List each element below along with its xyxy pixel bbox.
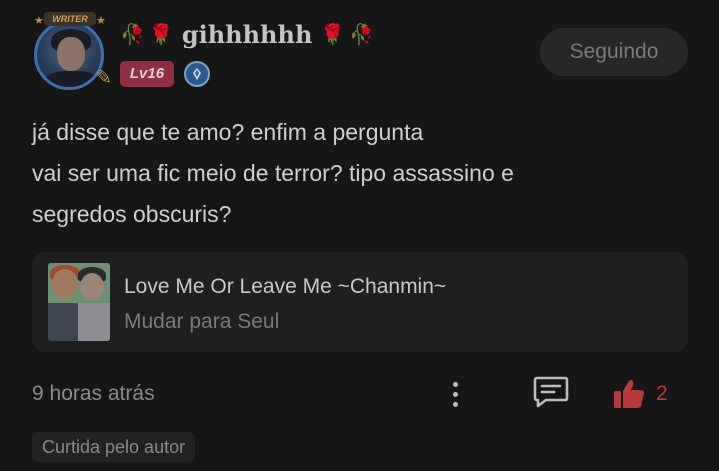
story-cover-image[interactable] [48,263,110,341]
thumbs-up-icon [614,380,644,408]
story-chapter[interactable]: Mudar para Seul [124,310,279,334]
comment-body: já disse que te amo? enfim a pergunta va… [32,112,692,235]
username-row[interactable]: 🥀 🌹 gihhhhhh 🌹 🥀 [120,16,374,52]
level-badge: Lv16 [120,61,174,87]
story-card[interactable]: Love Me Or Leave Me ~Chanmin~ Mudar para… [32,252,688,352]
quill-icon: ✎ [95,67,112,89]
more-options-icon[interactable] [440,376,470,412]
comment-line: já disse que te amo? enfim a pergunta [32,119,424,145]
timestamp: 9 horas atrás [32,382,155,405]
writer-badge: WRITER [44,12,96,26]
comment-line: vai ser uma fic meio de terror? tipo ass… [32,160,514,186]
wilted-rose-icon: 🥀 [120,23,145,46]
like-button[interactable]: 2 [612,374,682,414]
avatar-shirt [43,71,101,87]
liked-by-author-badge: Curtida pelo autor [32,432,196,462]
like-count: 2 [656,382,668,405]
star-icon: ★ [34,15,44,27]
shield-icon [184,61,210,87]
star-icon: ★ [96,15,106,27]
rose-icon: 🌹 [320,23,346,46]
avatar-frame[interactable]: WRITER ★ ★ ✎ [26,12,112,94]
comment-line: segredos obscuris? [32,201,232,227]
username[interactable]: gihhhhhh [182,20,313,49]
follow-button[interactable]: Seguindo [540,28,688,76]
reply-icon[interactable] [532,374,570,410]
wilted-rose-icon: 🥀 [349,23,375,46]
story-title[interactable]: Love Me Or Leave Me ~Chanmin~ [124,275,446,299]
avatar-face [57,37,85,71]
rose-icon: 🌹 [148,23,174,46]
avatar[interactable] [34,20,104,90]
